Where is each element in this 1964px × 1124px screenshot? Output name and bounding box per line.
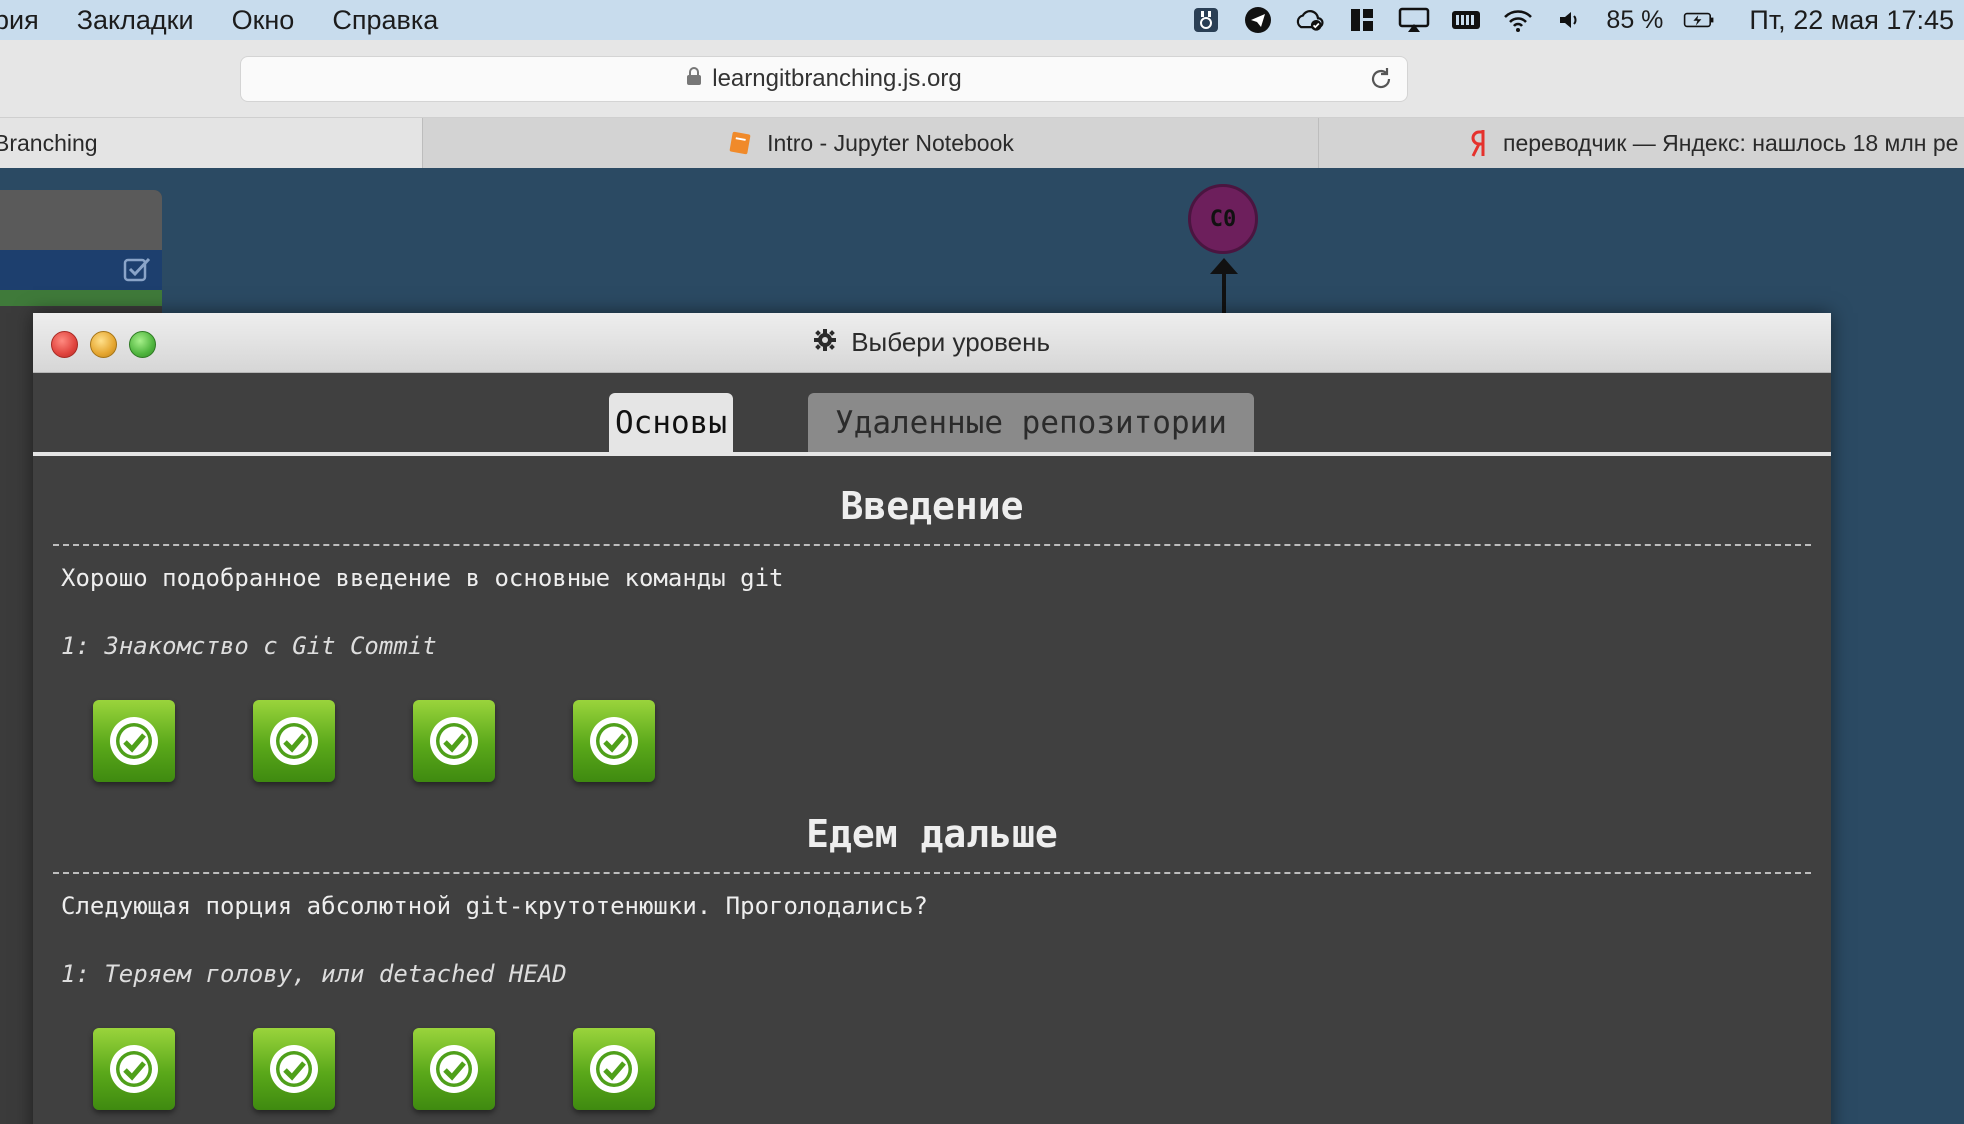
- level-complete-button[interactable]: [253, 1028, 335, 1110]
- volume-icon[interactable]: [1554, 6, 1586, 34]
- browser-tabs: Branching Intro - Jupyter Notebook перев…: [0, 118, 1964, 168]
- gear-icon: [813, 327, 843, 357]
- command-row: [0, 250, 162, 290]
- menu-help[interactable]: Справка: [332, 5, 438, 36]
- menu-window[interactable]: Окно: [232, 5, 295, 36]
- zoom-button[interactable]: [129, 331, 156, 358]
- level-complete-button[interactable]: [573, 700, 655, 782]
- sequence-name: 1: Теряем голову, или detached HEAD: [61, 960, 567, 988]
- tab-label: Branching: [0, 129, 98, 156]
- checkmark-icon: [590, 1045, 638, 1093]
- level-buttons: [93, 700, 1811, 782]
- tab-jupyter-notebook[interactable]: Intro - Jupyter Notebook: [423, 118, 1319, 168]
- checkbox-icon[interactable]: [122, 256, 152, 289]
- tab-learn-git-branching[interactable]: Branching: [0, 118, 423, 168]
- tab-basics[interactable]: Основы: [609, 393, 733, 452]
- icloud-sync-icon[interactable]: [1294, 6, 1326, 34]
- level-tabs: Основы Удаленные репозитории: [33, 373, 1831, 456]
- wifi-icon[interactable]: [1502, 6, 1534, 34]
- dialog-title: Выбери уровень: [813, 327, 1051, 358]
- level-section: Введение Хорошо подобранное введение в о…: [53, 456, 1811, 782]
- level-complete-button[interactable]: [413, 700, 495, 782]
- section-title: Едем дальше: [53, 782, 1811, 874]
- keyboard-icon[interactable]: [1450, 6, 1482, 34]
- section-title: Введение: [53, 456, 1811, 546]
- yandex-icon: [1469, 128, 1489, 158]
- tab-yandex-translate[interactable]: переводчик — Яндекс: нашлось 18 млн ре: [1319, 118, 1964, 168]
- level-complete-button[interactable]: [93, 1028, 175, 1110]
- checkmark-icon: [590, 717, 638, 765]
- tab-label: Intro - Jupyter Notebook: [767, 129, 1014, 156]
- command-row-success: [0, 290, 162, 306]
- battery-charging-icon[interactable]: [1683, 6, 1715, 34]
- battery-percentage: 85 %: [1606, 5, 1664, 34]
- close-button[interactable]: [51, 331, 78, 358]
- checkmark-icon: [110, 717, 158, 765]
- lock-icon: [686, 65, 702, 93]
- checkmark-icon: [270, 717, 318, 765]
- clock[interactable]: Пт, 22 мая 17:45: [1749, 5, 1954, 36]
- url-text: learngitbranching.js.org: [712, 65, 962, 92]
- status-tray: 85 % Пт, 22 мая 17:45: [1190, 0, 1954, 40]
- section-description: Следующая порция абсолютной git-крутотен…: [61, 892, 928, 920]
- checkmark-icon: [110, 1045, 158, 1093]
- commit-parent-arrow: [1210, 258, 1238, 314]
- checkmark-icon: [430, 1045, 478, 1093]
- checkmark-icon: [270, 1045, 318, 1093]
- app-tray-icon[interactable]: [1190, 6, 1222, 34]
- dialog-titlebar: Выбери уровень: [33, 313, 1831, 373]
- level-complete-button[interactable]: [413, 1028, 495, 1110]
- section-description: Хорошо подобранное введение в основные к…: [61, 564, 784, 592]
- notebook-icon: [727, 130, 753, 156]
- commit-node[interactable]: C0: [1188, 184, 1258, 254]
- telegram-icon[interactable]: [1242, 6, 1274, 34]
- level-buttons: [93, 1028, 1811, 1110]
- window-layout-icon[interactable]: [1346, 6, 1378, 34]
- address-bar[interactable]: learngitbranching.js.org: [240, 56, 1408, 102]
- reload-icon[interactable]: [1367, 65, 1395, 100]
- sequence-name: 1: Знакомство с Git Commit: [61, 632, 437, 660]
- menu-bookmarks[interactable]: Закладки: [77, 5, 194, 36]
- dialog-title-text: Выбери уровень: [851, 327, 1051, 357]
- menu-history[interactable]: рия: [0, 5, 39, 36]
- window-controls: [51, 331, 156, 358]
- level-complete-button[interactable]: [253, 700, 335, 782]
- airplay-icon[interactable]: [1398, 6, 1430, 34]
- minimize-button[interactable]: [90, 331, 117, 358]
- level-select-dialog: Выбери уровень Основы Удаленные репозито…: [33, 313, 1831, 1124]
- level-complete-button[interactable]: [573, 1028, 655, 1110]
- command-panel-header: [0, 190, 162, 250]
- checkmark-icon: [430, 717, 478, 765]
- browser-toolbar: learngitbranching.js.org: [0, 40, 1964, 118]
- level-section: Едем дальше Следующая порция абсолютной …: [53, 782, 1811, 1110]
- menu-bar: рия Закладки Окно Справка 85 % Пт, 22 ма…: [0, 0, 1964, 40]
- level-complete-button[interactable]: [93, 700, 175, 782]
- tab-remote-repositories[interactable]: Удаленные репозитории: [808, 393, 1254, 452]
- app-menus: рия Закладки Окно Справка: [0, 5, 438, 36]
- tab-label: переводчик — Яндекс: нашлось 18 млн ре: [1503, 129, 1959, 156]
- level-list: Введение Хорошо подобранное введение в о…: [33, 456, 1831, 1110]
